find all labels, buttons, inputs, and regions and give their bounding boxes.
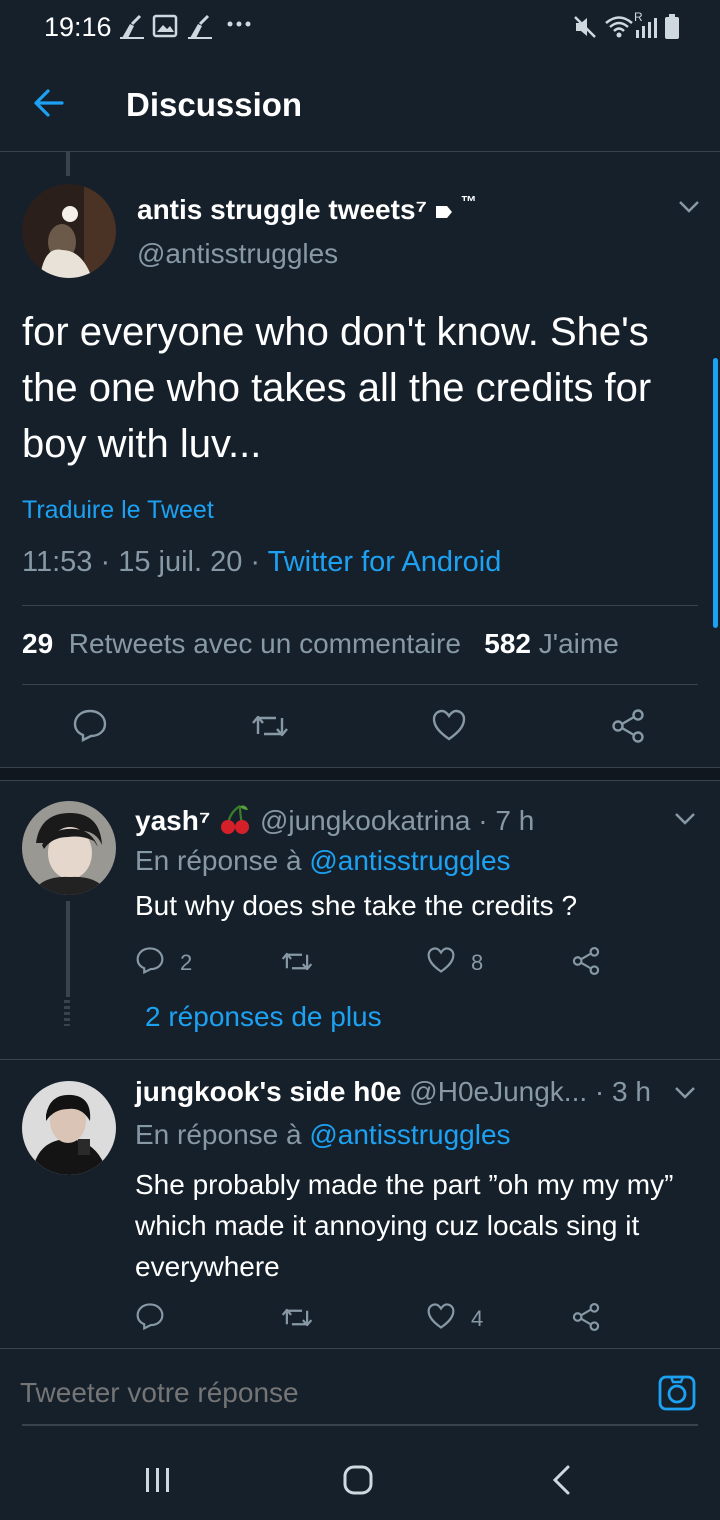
reply-to-handle[interactable]: @antisstruggles bbox=[309, 845, 510, 876]
broom-icon bbox=[118, 14, 146, 40]
divider bbox=[0, 1059, 720, 1060]
tweet-age: · 3 h bbox=[587, 1076, 651, 1107]
reply-text: But why does she take the credits ? bbox=[135, 890, 578, 921]
reply-text: She probably made the part ”oh my my my”… bbox=[135, 1169, 674, 1282]
retweet-icon[interactable] bbox=[250, 710, 290, 742]
section-separator bbox=[0, 767, 720, 781]
recent-apps-icon[interactable] bbox=[144, 1466, 172, 1494]
share-icon[interactable] bbox=[571, 946, 601, 976]
chevron-down-icon[interactable] bbox=[674, 812, 696, 826]
more-replies-link[interactable]: 2 réponses de plus bbox=[145, 1001, 382, 1033]
thread-line bbox=[66, 152, 70, 176]
thread-line bbox=[66, 901, 70, 997]
image-icon bbox=[152, 14, 178, 38]
main-tweet-author[interactable]: antis struggle tweets⁷ ™ bbox=[137, 194, 477, 226]
like-icon[interactable] bbox=[426, 946, 456, 974]
broom-icon bbox=[186, 14, 214, 40]
like-count: 8 bbox=[471, 950, 484, 975]
camera-icon[interactable] bbox=[658, 1375, 696, 1411]
share-icon[interactable] bbox=[610, 708, 646, 744]
like-icon[interactable] bbox=[426, 1302, 456, 1330]
signal-icon bbox=[634, 14, 658, 40]
reply-input[interactable] bbox=[20, 1367, 640, 1419]
status-bar: 19:16 R bbox=[0, 0, 720, 56]
status-time: 19:16 bbox=[44, 12, 112, 42]
compose-bar bbox=[0, 1348, 720, 1436]
wifi-icon bbox=[604, 14, 634, 40]
display-name: jungkook's side h0e bbox=[135, 1076, 402, 1107]
translate-link[interactable]: Traduire le Tweet bbox=[22, 496, 214, 525]
name-suffix: ™ bbox=[460, 194, 477, 211]
cherry-emoji bbox=[218, 805, 252, 836]
scrollbar[interactable] bbox=[713, 358, 718, 628]
battery-icon bbox=[664, 14, 680, 40]
tweet-text: for everyone who don't know. She's the o… bbox=[22, 310, 652, 466]
chevron-down-icon[interactable] bbox=[674, 1086, 696, 1100]
avatar[interactable] bbox=[22, 184, 116, 278]
handle[interactable]: @antisstruggles bbox=[137, 238, 338, 270]
retweet-icon[interactable] bbox=[280, 1304, 314, 1331]
reply-author[interactable]: jungkook's side h0e @H0eJungk... · 3 h bbox=[135, 1076, 651, 1108]
like-icon[interactable] bbox=[431, 708, 467, 742]
avatar[interactable] bbox=[22, 801, 116, 895]
chevron-down-icon[interactable] bbox=[678, 200, 700, 214]
display-name: antis struggle tweets⁷ bbox=[137, 194, 428, 225]
input-underline bbox=[22, 1424, 698, 1426]
page-title: Discussion bbox=[126, 86, 303, 123]
meta-separator: · bbox=[92, 546, 119, 578]
retweet-label: Retweets avec un commentaire bbox=[68, 628, 461, 659]
handle: @H0eJungk... bbox=[409, 1076, 588, 1107]
tweet-meta: 11:53 · 15 juil. 20 · Twitter for Androi… bbox=[22, 546, 501, 579]
reply-prefix: En réponse à bbox=[135, 845, 310, 876]
reply-icon[interactable] bbox=[135, 1302, 165, 1330]
reply-context: En réponse à @antisstruggles bbox=[135, 845, 511, 877]
tweet-source[interactable]: Twitter for Android bbox=[268, 546, 502, 578]
like-stat[interactable]: 582 J'aime bbox=[484, 628, 619, 659]
tweet-age: · 7 h bbox=[470, 805, 535, 836]
more-dots-icon bbox=[226, 20, 252, 28]
home-icon[interactable] bbox=[342, 1464, 374, 1496]
mute-icon bbox=[572, 14, 598, 40]
divider bbox=[22, 684, 698, 685]
back-icon[interactable] bbox=[550, 1464, 572, 1496]
retweet-stat[interactable]: 29 Retweets avec un commentaire bbox=[22, 628, 461, 659]
arrow-left-icon[interactable] bbox=[32, 86, 66, 120]
tweet-date: 15 juil. 20 bbox=[118, 546, 243, 578]
thread-dots bbox=[64, 1000, 70, 1026]
display-name: yash⁷ bbox=[135, 805, 211, 836]
retweet-count: 29 bbox=[22, 628, 54, 659]
reply-to-handle[interactable]: @antisstruggles bbox=[309, 1119, 510, 1150]
reply-prefix: En réponse à bbox=[135, 1119, 310, 1150]
like-count: 4 bbox=[471, 1306, 484, 1331]
avatar[interactable] bbox=[22, 1081, 116, 1175]
like-count: 582 bbox=[484, 628, 531, 659]
reply-author[interactable]: yash⁷ @jungkookatrina · 7 h bbox=[135, 802, 534, 837]
reply-icon[interactable] bbox=[135, 946, 165, 974]
heart-chat-icon bbox=[435, 204, 453, 220]
handle: @jungkookatrina bbox=[259, 805, 471, 836]
reply-context: En réponse à @antisstruggles bbox=[135, 1119, 511, 1151]
tweet-time: 11:53 bbox=[22, 546, 93, 578]
retweet-icon[interactable] bbox=[280, 948, 314, 975]
system-nav-bar bbox=[0, 1436, 720, 1520]
divider bbox=[22, 605, 698, 606]
like-label: J'aime bbox=[538, 628, 619, 659]
reply-icon[interactable] bbox=[72, 708, 108, 742]
engagement-stats: 29 Retweets avec un commentaire 582 J'ai… bbox=[22, 628, 619, 660]
meta-separator: · bbox=[242, 546, 268, 578]
share-icon[interactable] bbox=[571, 1302, 601, 1332]
reply-count: 2 bbox=[180, 950, 193, 975]
app-header: Discussion bbox=[0, 56, 720, 152]
